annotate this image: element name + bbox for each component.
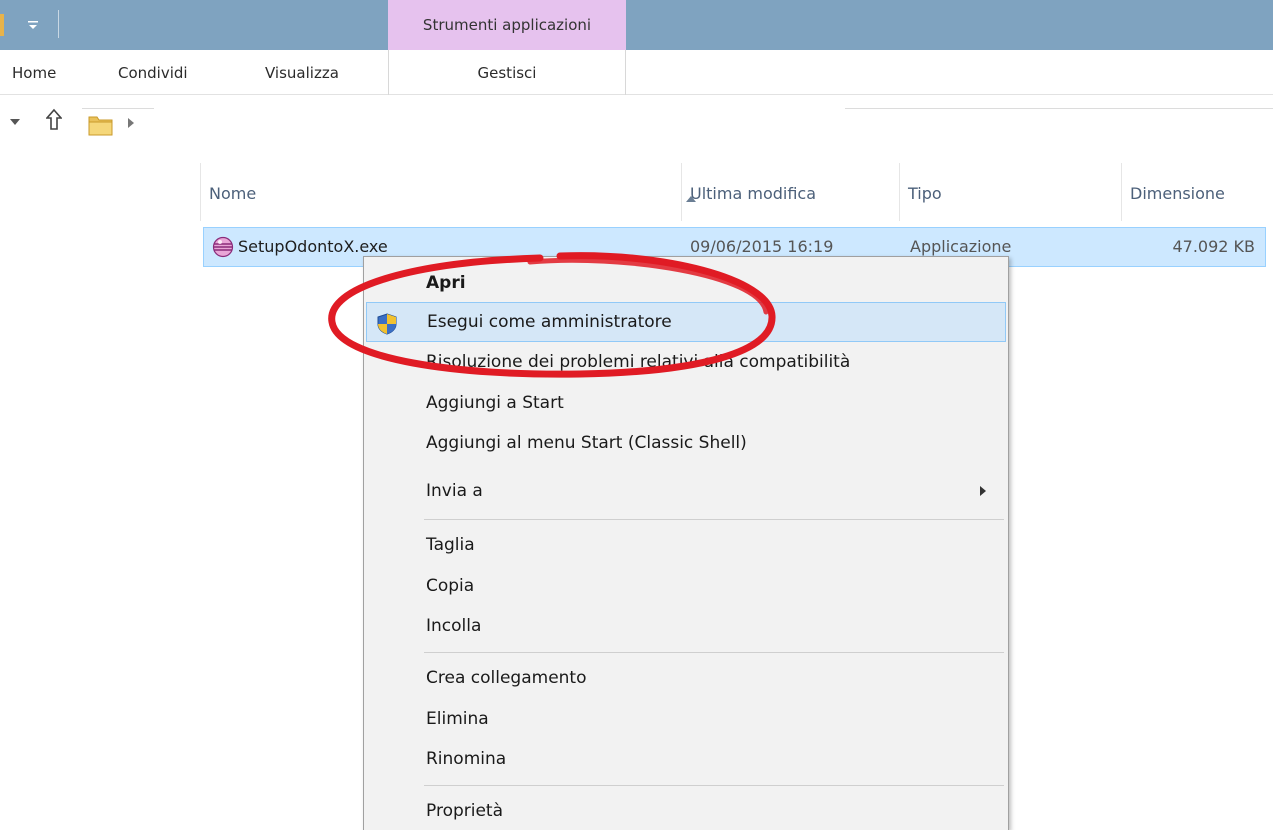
folder-icon — [88, 113, 114, 137]
menu-item-cut[interactable]: Taglia — [366, 525, 1006, 565]
title-bar: Strumenti applicazioni — [0, 0, 1273, 50]
menu-item-rename[interactable]: Rinomina — [366, 739, 1006, 779]
column-name[interactable]: Nome — [200, 163, 696, 221]
context-menu: Apri Esegui come amministratore Risoluzi… — [363, 256, 1009, 830]
tab-share[interactable]: Condividi — [118, 50, 188, 95]
menu-separator — [424, 519, 1004, 520]
column-size[interactable]: Dimensione — [1122, 163, 1273, 221]
tab-view[interactable]: Visualizza — [265, 50, 339, 95]
menu-item-pin-to-start[interactable]: Aggiungi a Start — [366, 383, 1006, 423]
menu-item-paste[interactable]: Incolla — [366, 606, 1006, 646]
quick-access-separator — [58, 10, 59, 38]
ribbon-tabs: Home Condividi Visualizza Gestisci — [0, 50, 1273, 95]
navigation-bar — [0, 96, 1273, 158]
uac-shield-icon — [376, 311, 398, 335]
menu-item-create-shortcut[interactable]: Crea collegamento — [366, 658, 1006, 698]
up-arrow-icon[interactable] — [45, 108, 63, 136]
column-headers: Nome Ultima modifica Tipo Dimensione — [0, 163, 1273, 221]
submenu-arrow-icon — [980, 471, 986, 511]
menu-item-open[interactable]: Apri — [366, 263, 1006, 303]
folder-edge-icon — [0, 14, 4, 36]
menu-item-run-as-admin[interactable]: Esegui come amministratore — [366, 302, 1006, 342]
context-tab-header: Strumenti applicazioni — [388, 0, 626, 50]
column-modified[interactable]: Ultima modifica — [682, 163, 900, 221]
menu-item-pin-classic-shell[interactable]: Aggiungi al menu Start (Classic Shell) — [366, 423, 1006, 463]
file-size: 47.092 KB — [1172, 237, 1255, 256]
menu-item-delete[interactable]: Elimina — [366, 699, 1006, 739]
column-name-label: Nome — [209, 184, 257, 203]
menu-item-run-as-admin-label: Esegui come amministratore — [427, 312, 672, 332]
column-type[interactable]: Tipo — [900, 163, 1122, 221]
menu-separator — [424, 652, 1004, 653]
menu-item-send-to-label: Invia a — [426, 481, 483, 501]
menu-item-troubleshoot-compatibility[interactable]: Risoluzione dei problemi relativi alla c… — [366, 342, 1006, 382]
menu-item-copy[interactable]: Copia — [366, 566, 1006, 606]
tab-manage[interactable]: Gestisci — [388, 50, 626, 95]
tab-home[interactable]: Home — [12, 50, 56, 95]
menu-item-properties[interactable]: Proprietà — [366, 791, 1006, 830]
recent-locations-icon[interactable] — [10, 116, 20, 129]
menu-separator — [424, 785, 1004, 786]
quick-access-dropdown-icon[interactable] — [26, 16, 40, 32]
menu-item-send-to[interactable]: Invia a — [366, 471, 1006, 511]
address-bar[interactable] — [82, 108, 154, 142]
application-icon — [212, 236, 234, 258]
search-box-edge[interactable] — [845, 108, 1273, 109]
breadcrumb-chevron-icon[interactable] — [128, 118, 134, 131]
